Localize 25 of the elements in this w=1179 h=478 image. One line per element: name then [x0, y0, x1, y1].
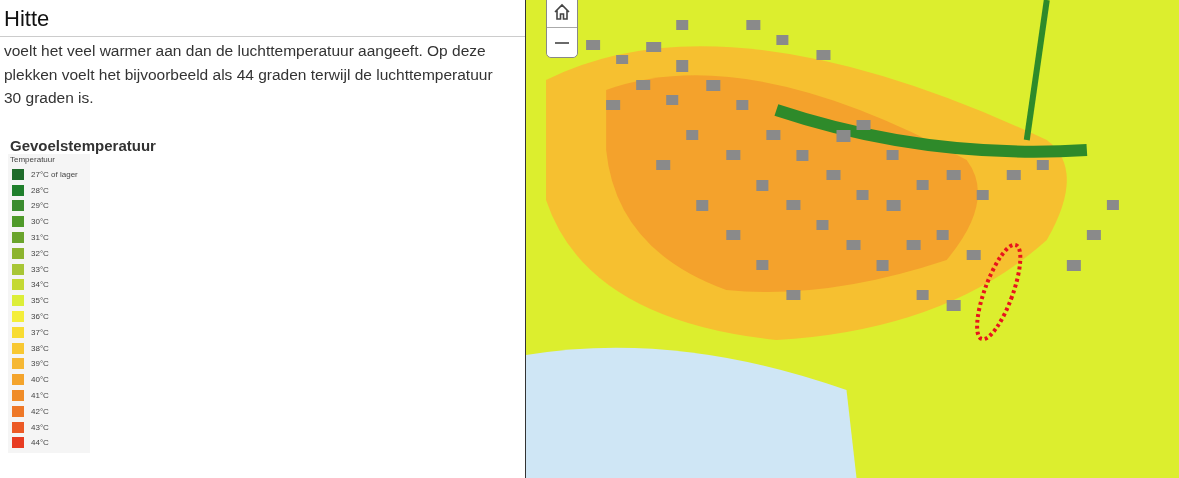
legend-label: 43°C	[31, 422, 49, 432]
legend-subtitle: Temperatuur	[10, 154, 56, 164]
minus-icon	[554, 40, 570, 45]
legend-label: 38°C	[31, 343, 49, 353]
legend-label: 28°C	[31, 185, 49, 195]
legend-label: 42°C	[31, 406, 49, 416]
legend-label: 30°C	[31, 217, 49, 227]
legend-label: 27°C of lager	[31, 169, 78, 179]
legend-label: 35°C	[31, 296, 49, 306]
legend-label: 41°C	[31, 391, 49, 401]
legend-label: 32°C	[31, 248, 49, 258]
legend-label: 34°C	[31, 280, 49, 290]
legend-label: 37°C	[31, 327, 49, 337]
legend-title: Gevoelstemperatuur	[10, 136, 157, 154]
legend-label: 40°C	[31, 375, 49, 385]
legend-label: 44°C	[31, 438, 49, 448]
legend-label: 36°C	[31, 312, 49, 322]
legend-label: 29°C	[31, 201, 49, 211]
legend-label: 31°C	[31, 233, 49, 243]
legend-label: 33°C	[31, 264, 49, 274]
home-icon	[553, 3, 571, 21]
legend-label: 39°C	[31, 359, 49, 369]
page-heading: Hitte	[0, 0, 525, 37]
paragraph: voelt het veel warmer aan dan de luchttemperatuur aangeeft. Op deze plekken voelt het bijvoorbeeld als 44 graden terwijl de luchttemperatuur 30 graden is.	[3, 41, 494, 108]
zoom-out-button[interactable]	[547, 27, 577, 57]
